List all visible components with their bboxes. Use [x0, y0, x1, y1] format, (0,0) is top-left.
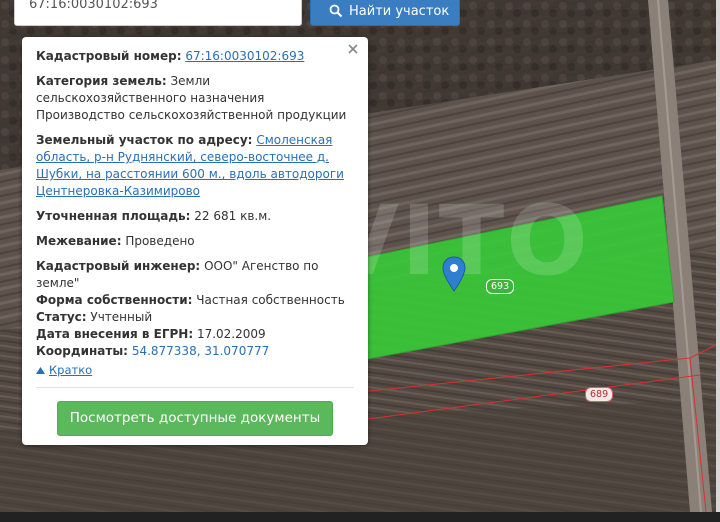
view-documents-button[interactable]: Посмотреть доступные документы: [57, 401, 333, 436]
scrollbar[interactable]: [716, 0, 720, 522]
satellite-map[interactable]: AVITO 693 689 67:16:0030102:693 Найти уч…: [0, 0, 716, 512]
coordinates-value: 54.877338, 31.070777: [131, 344, 270, 358]
egrn-date-label: Дата внесения в ЕГРН:: [36, 327, 194, 341]
area-value: 22 681 кв.м.: [194, 209, 272, 223]
status-label: Статус:: [36, 310, 87, 324]
area-row: Уточненная площадь: 22 681 кв.м.: [36, 208, 354, 225]
parcel-info-popup: Кадастровый номер: 67:16:0030102:693 Кат…: [22, 37, 368, 445]
find-parcel-label: Найти участок: [349, 3, 450, 19]
cadastral-number-link[interactable]: 67:16:0030102:693: [185, 49, 304, 63]
category-label: Категория земель:: [36, 74, 167, 88]
egrn-date-row: Дата внесения в ЕГРН: 17.02.2009: [36, 326, 354, 343]
status-row: Статус: Учтенный: [36, 309, 354, 326]
ownership-value: Частная собственность: [196, 293, 345, 307]
survey-value: Проведено: [125, 234, 195, 248]
coordinates-row: Координаты: 54.877338, 31.070777: [36, 343, 354, 360]
engineer-label: Кадастровый инженер:: [36, 259, 201, 273]
address-row: Земельный участок по адресу: Смоленская …: [36, 132, 354, 200]
status-value: Учтенный: [90, 310, 153, 324]
address-label: Земельный участок по адресу:: [36, 133, 253, 147]
collapse-toggle-label: Кратко: [49, 363, 93, 377]
close-icon[interactable]: [346, 42, 360, 56]
search-icon: [329, 4, 343, 18]
area-label: Уточненная площадь:: [36, 209, 191, 223]
survey-row: Межевание: Проведено: [36, 233, 354, 250]
survey-label: Межевание:: [36, 234, 122, 248]
coordinates-label: Координаты:: [36, 344, 128, 358]
cadastral-number-row: Кадастровый номер: 67:16:0030102:693: [36, 48, 354, 65]
divider: [36, 387, 354, 388]
find-parcel-button[interactable]: Найти участок: [310, 0, 460, 26]
egrn-date-value: 17.02.2009: [196, 327, 266, 341]
location-pin-icon[interactable]: [440, 255, 468, 295]
search-input[interactable]: 67:16:0030102:693: [14, 0, 302, 26]
engineer-row: Кадастровый инженер: ООО" Агенство по зе…: [36, 258, 354, 292]
ownership-row: Форма собственности: Частная собственнос…: [36, 292, 354, 309]
bottom-edge: [0, 512, 720, 522]
parcel-label-689[interactable]: 689: [585, 387, 614, 402]
triangle-up-icon: [36, 367, 45, 374]
collapse-toggle[interactable]: Кратко: [36, 362, 354, 379]
parcel-label-693[interactable]: 693: [486, 279, 515, 294]
cadastral-number-label: Кадастровый номер:: [36, 49, 182, 63]
ownership-label: Форма собственности:: [36, 293, 193, 307]
category-row: Категория земель: Земли сельскохозяйстве…: [36, 73, 354, 124]
